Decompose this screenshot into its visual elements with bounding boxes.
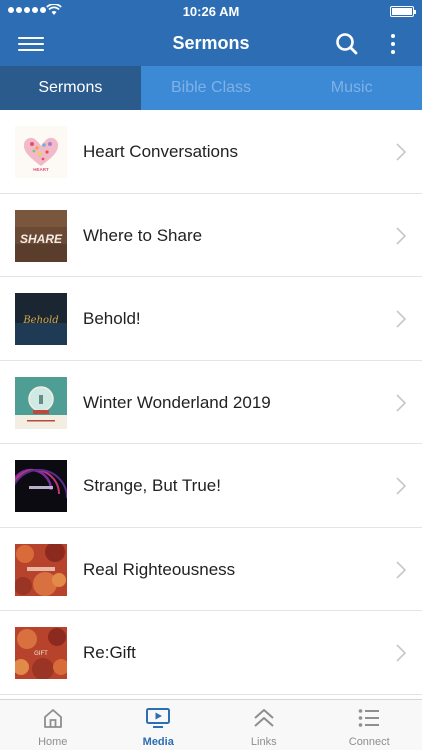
app-header: Sermons [0,22,422,66]
list-item[interactable]: SHARE Where to Share [0,194,422,277]
battery-icon [390,6,416,17]
bottom-tab-bar: Home Media Links Connect [0,699,422,750]
thumb-text: GIFT [34,651,48,657]
thumb-text: SHARE [20,232,63,246]
tabbar-item-connect[interactable]: Connect [317,700,422,750]
sermon-thumbnail [15,543,67,596]
tab-music[interactable]: Music [281,66,422,110]
sermon-thumbnail: SHARE [15,209,67,262]
more-options-icon[interactable] [386,31,400,57]
tab-sermons[interactable]: Sermons [0,66,141,110]
sermon-thumbnail [15,460,67,512]
sermon-title: Re:Gift [83,643,136,662]
sermon-thumbnail [15,376,67,429]
status-time: 10:26 AM [182,4,240,19]
status-bar: 10:26 AM [0,0,422,22]
list-item[interactable]: Winter Wonderland 2019 [0,361,422,444]
sermon-title: Behold! [83,309,141,328]
tabbar-item-home[interactable]: Home [0,700,106,750]
search-icon[interactable] [334,31,360,57]
chevron-right-icon [396,310,406,328]
home-icon [43,709,62,728]
sermon-title: Heart Conversations [83,142,238,161]
sermon-title: Real Righteousness [83,559,236,579]
tabbar-item-media[interactable]: Media [106,700,212,750]
chevron-right-icon [396,477,406,495]
sermon-list: HEART Heart Conversations SHARE Where to… [0,110,422,695]
tab-bible-class[interactable]: Bible Class [141,66,282,110]
chevron-right-icon [396,644,406,662]
sermon-title: Where to Share [83,225,203,245]
media-icon [146,708,171,728]
category-tabs: Sermons Bible Class Music [0,66,422,110]
list-item[interactable]: GIFT Re:Gift [0,611,422,695]
chevron-right-icon [396,143,406,161]
tabbar-item-links[interactable]: Links [211,700,317,750]
list-item[interactable]: Real Righteousness [0,528,422,611]
tabbar-label: Home [38,736,68,748]
sermon-thumbnail: HEART [15,126,67,178]
sermon-thumbnail: Behold [15,293,67,345]
sermon-title: Strange, But True! [83,476,221,495]
chevron-right-icon [396,560,406,579]
sermon-title: Winter Wonderland 2019 [83,392,271,412]
chevron-right-icon [396,393,406,412]
thumb-text: Behold [22,315,58,326]
sermon-thumbnail: GIFT [15,627,67,679]
list-item[interactable]: HEART Heart Conversations [0,110,422,194]
chevron-right-icon [396,226,406,245]
list-item[interactable]: Strange, But True! [0,444,422,528]
tabbar-label: Links [250,736,277,748]
tabbar-label: Media [142,736,174,748]
list-item[interactable]: Behold Behold! [0,277,422,361]
thumb-text: HEART [33,167,49,172]
tabbar-label: Connect [348,736,390,748]
connect-icon [358,709,380,727]
links-icon [254,709,274,727]
